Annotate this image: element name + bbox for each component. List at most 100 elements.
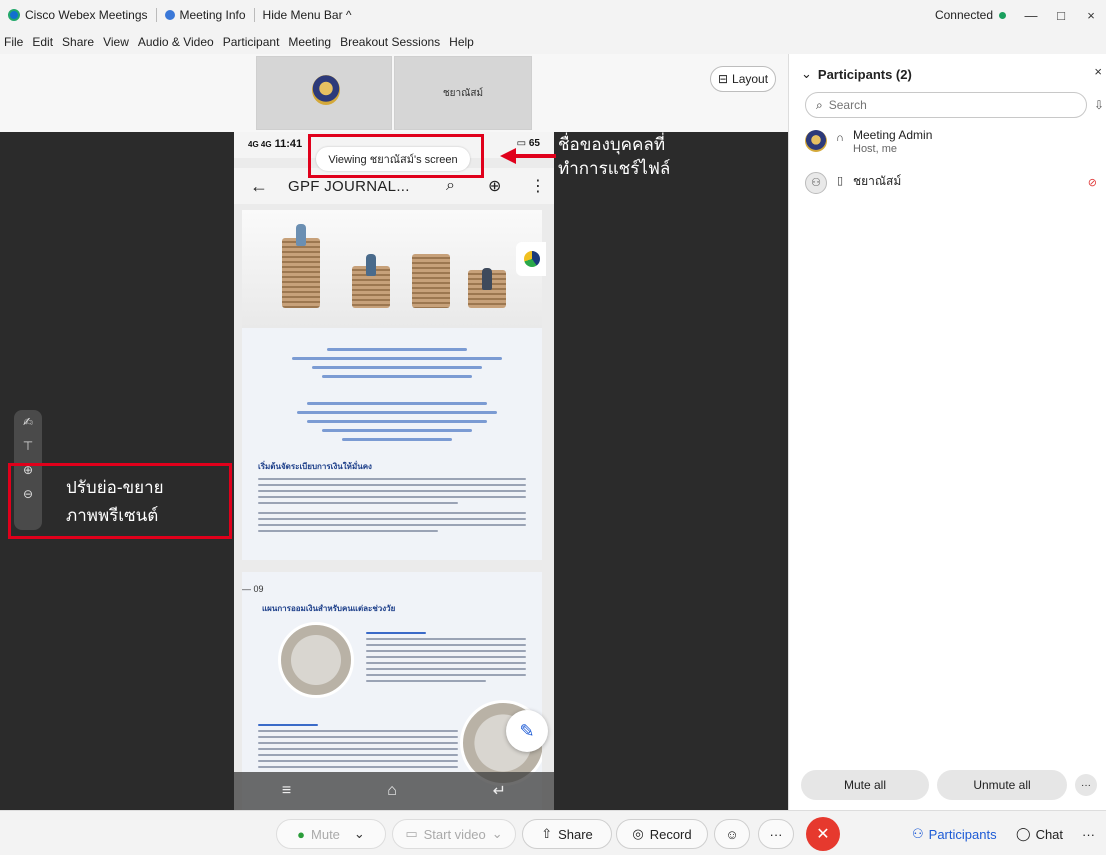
menu-view[interactable]: View [103, 35, 129, 49]
text-line [366, 668, 526, 670]
text-line [258, 730, 458, 732]
menu-meeting[interactable]: Meeting [288, 35, 331, 49]
annotate-icon[interactable]: ✍ [14, 410, 42, 434]
share-button[interactable]: ⇧ Share [522, 819, 612, 849]
search-icon: ⌕ [816, 97, 823, 112]
body-paragraph [366, 628, 526, 686]
record-icon: ◎ [632, 826, 644, 841]
mute-button[interactable]: ● Mute ⌄ [276, 819, 386, 849]
chat-button[interactable]: ◯ Chat [1016, 819, 1063, 849]
thumbnail-name: ชยาณัสม์ [442, 87, 484, 99]
text-line [366, 638, 526, 640]
search-input[interactable] [828, 98, 1059, 112]
text-line [366, 662, 526, 664]
hide-menu-bar-label: Hide Menu Bar ^ [262, 8, 352, 22]
participants-header[interactable]: ⌄ Participants (2) [801, 66, 912, 82]
participant-row[interactable]: ∩ Meeting Admin Host, me [805, 128, 1105, 164]
text-line [258, 512, 526, 514]
app-name: Cisco Webex Meetings [25, 8, 148, 22]
menu-share[interactable]: Share [62, 35, 94, 49]
muted-mic-icon[interactable]: ⊘ [1088, 176, 1097, 189]
menu-participant[interactable]: Participant [223, 35, 280, 49]
record-button[interactable]: ◎ Record [616, 819, 708, 849]
video-thumbnail-admin[interactable] [256, 56, 392, 130]
share-label: Share [558, 826, 593, 842]
intro-paragraph-2 [282, 396, 512, 447]
more-actions-button[interactable]: ··· [758, 819, 794, 849]
layout-button[interactable]: ⊟ Layout [710, 66, 776, 92]
participants-button[interactable]: ⚇ Participants [912, 819, 997, 849]
annotate-pen-button[interactable]: ✎ [506, 710, 548, 752]
app-title: Cisco Webex Meetings [0, 0, 156, 30]
annotation-zoom-note: ปรับย่อ-ขยาย ภาพพรีเซนต์ [66, 474, 226, 530]
text-line [258, 724, 318, 726]
text-line [297, 411, 497, 414]
avatar: ⚇ [805, 172, 827, 194]
video-camera-icon: ▭ [405, 826, 418, 841]
text-line [258, 524, 526, 526]
reactions-button[interactable]: ☺ [714, 819, 750, 849]
participant-row[interactable]: ⚇ ▯ ชยาณัสม์ ⊘ [805, 170, 1105, 206]
text-line [258, 766, 458, 768]
toolbar-more-button[interactable]: ··· [1082, 819, 1095, 849]
sort-icon[interactable]: ⇩ [1094, 98, 1104, 112]
phone-app-title: GPF JOURNAL... [288, 177, 410, 195]
menu-breakout-sessions[interactable]: Breakout Sessions [340, 35, 440, 49]
menu-file[interactable]: File [4, 35, 23, 49]
end-meeting-button[interactable]: ✕ [806, 817, 840, 851]
meeting-info-button[interactable]: Meeting Info [157, 0, 254, 30]
text-line [366, 680, 486, 682]
chevron-down-icon[interactable]: ⌄ [354, 826, 365, 842]
chevron-down-icon: ⌄ [801, 66, 812, 81]
participant-name: ชยาณัสม์ [853, 174, 902, 188]
video-thumbnail-participant[interactable]: ชยาณัสม์ [394, 56, 532, 130]
phone-signal: 4G 4G [248, 140, 272, 149]
participant-search[interactable]: ⌕ [805, 92, 1087, 118]
hide-menu-bar-button[interactable]: Hide Menu Bar ^ [255, 0, 360, 30]
page-number-value: 09 [253, 584, 264, 594]
phone-battery: 65 [528, 138, 540, 149]
participants-panel: ⌄ Participants (2) × ⌕ ⇩ ∩ Meeting Admin… [788, 54, 1106, 810]
text-line [258, 502, 458, 504]
text-line [366, 650, 526, 652]
text-line [366, 644, 526, 646]
section-heading: แผนการออมเงินสำหรับคนแต่ละช่วงวัย [262, 604, 396, 613]
start-video-button[interactable]: ▭ Start video ⌄ [392, 819, 516, 849]
text-line [322, 429, 472, 432]
record-label: Record [649, 826, 692, 842]
text-line [258, 760, 458, 762]
shared-phone-screen: 4G 4G 11:41 ▭ 65 ← GPF JOURNAL... ⌕ ⊕ ⋮ [234, 132, 554, 810]
maximize-button[interactable]: □ [1046, 8, 1076, 23]
annotation-text-line: ภาพพรีเซนต์ [66, 506, 159, 525]
pin-icon[interactable]: ⊤ [14, 434, 42, 458]
menu-audio-video[interactable]: Audio & Video [138, 35, 214, 49]
intro-paragraph [282, 342, 512, 384]
text-line [366, 674, 526, 676]
coin-stack [412, 254, 450, 308]
annotation-text-line: ชื่อของบุคคลที่ [558, 135, 666, 154]
annotation-text-line: ทำการแชร์ไฟล์ [558, 159, 671, 178]
mute-all-button[interactable]: Mute all [801, 770, 929, 800]
back-arrow-icon: ← [250, 175, 268, 196]
menu-edit[interactable]: Edit [32, 35, 53, 49]
chat-bubble-icon: ◯ [1016, 826, 1031, 841]
recent-apps-icon: ≡ [281, 782, 292, 799]
app-logo-icon [524, 251, 540, 267]
minimize-button[interactable]: — [1016, 8, 1046, 23]
close-panel-icon[interactable]: × [1094, 64, 1102, 79]
participant-role: Host, me [853, 143, 898, 155]
more-options-button[interactable]: ··· [1075, 774, 1097, 796]
text-line [258, 496, 526, 498]
text-line [312, 366, 482, 369]
text-line [258, 742, 458, 744]
document-page-1: เริ่มต้นจัดระเบียบการเงินให้มั่นคง [242, 210, 542, 560]
text-line [307, 420, 487, 423]
unmute-all-button[interactable]: Unmute all [937, 770, 1067, 800]
close-window-button[interactable]: × [1076, 8, 1106, 23]
annotation-box-sharer [308, 134, 484, 178]
text-line [322, 375, 472, 378]
coins-illustration [242, 210, 542, 328]
menu-help[interactable]: Help [449, 35, 474, 49]
chevron-down-icon[interactable]: ⌄ [492, 826, 503, 842]
text-line [258, 518, 526, 520]
